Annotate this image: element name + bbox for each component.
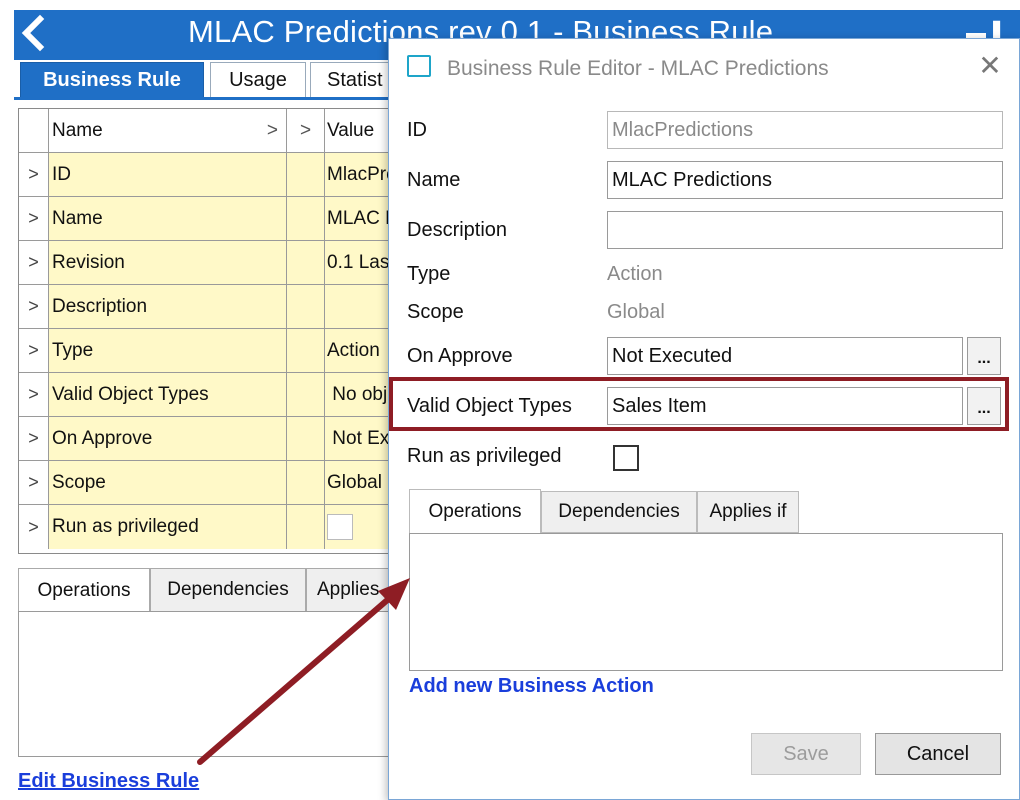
expand-chevron-icon[interactable]: > bbox=[19, 285, 49, 328]
expand-chevron-icon[interactable]: > bbox=[19, 417, 49, 460]
tab-applies[interactable]: Applies bbox=[306, 568, 390, 612]
expand-chevron-icon[interactable]: > bbox=[287, 109, 325, 152]
grid-row-run-as-privileged[interactable]: > Run as privileged bbox=[19, 505, 389, 549]
back-chevron-icon[interactable] bbox=[18, 14, 48, 52]
valid-object-types-label: Valid Object Types bbox=[407, 395, 572, 417]
expand-chevron-icon[interactable]: > bbox=[19, 153, 49, 196]
scope-label: Scope bbox=[407, 301, 464, 323]
expand-chevron-icon[interactable]: > bbox=[19, 197, 49, 240]
expand-chevron-icon[interactable]: > bbox=[19, 241, 49, 284]
description-field[interactable] bbox=[607, 211, 1003, 249]
expand-chevron-icon[interactable]: > bbox=[19, 461, 49, 504]
properties-grid: Name > > Value > ID MlacPred > Name MLAC… bbox=[18, 108, 390, 554]
add-business-action-link[interactable]: Add new Business Action bbox=[409, 675, 654, 698]
grid-row-name[interactable]: > Name MLAC Pr bbox=[19, 197, 389, 241]
expand-chevron-icon[interactable]: > bbox=[19, 505, 49, 549]
operations-panel bbox=[409, 533, 1003, 671]
description-label: Description bbox=[407, 219, 508, 241]
grid-row-scope[interactable]: > Scope Global bbox=[19, 461, 389, 505]
expand-chevron-icon[interactable]: > bbox=[267, 120, 278, 142]
grid-row-revision[interactable]: > Revision 0.1 Last bbox=[19, 241, 389, 285]
close-icon[interactable]: ✕ bbox=[975, 51, 1005, 81]
run-as-privileged-label: Run as privileged bbox=[407, 445, 562, 467]
grid-header-row: Name > > Value bbox=[19, 109, 389, 153]
grid-row-type[interactable]: > Type Action bbox=[19, 329, 389, 373]
dialog-title: Business Rule Editor - MLAC Predictions bbox=[447, 57, 829, 80]
grid-row-valid-object-types[interactable]: > Valid Object Types No obje bbox=[19, 373, 389, 417]
cancel-button[interactable]: Cancel bbox=[875, 733, 1001, 775]
expand-chevron-icon[interactable]: > bbox=[19, 373, 49, 416]
column-header-name[interactable]: Name > bbox=[49, 109, 287, 152]
grid-row-id[interactable]: > ID MlacPred bbox=[19, 153, 389, 197]
run-as-privileged-checkbox[interactable] bbox=[613, 445, 639, 471]
tab-underline bbox=[14, 97, 394, 100]
business-rule-editor-dialog: Business Rule Editor - MLAC Predictions … bbox=[388, 38, 1020, 800]
name-field[interactable]: MLAC Predictions bbox=[607, 161, 1003, 199]
window-icon bbox=[407, 55, 431, 77]
tab-business-rule[interactable]: Business Rule bbox=[20, 62, 204, 98]
on-approve-field[interactable]: Not Executed bbox=[607, 337, 963, 375]
tab-statistics[interactable]: Statist bbox=[310, 62, 400, 98]
tab-dependencies[interactable]: Dependencies bbox=[150, 568, 306, 612]
scope-value: Global bbox=[607, 301, 665, 323]
on-approve-browse-button[interactable]: ... bbox=[967, 337, 1001, 375]
tab-operations[interactable]: Operations bbox=[409, 489, 541, 533]
save-button[interactable]: Save bbox=[751, 733, 861, 775]
id-label: ID bbox=[407, 119, 427, 141]
expand-chevron-icon[interactable]: > bbox=[19, 329, 49, 372]
grid-row-on-approve[interactable]: > On Approve Not Exe bbox=[19, 417, 389, 461]
valid-object-types-browse-button[interactable]: ... bbox=[967, 387, 1001, 425]
name-label: Name bbox=[407, 169, 461, 191]
on-approve-label: On Approve bbox=[407, 345, 513, 367]
column-header-value[interactable]: Value bbox=[325, 109, 389, 152]
edit-business-rule-link[interactable]: Edit Business Rule bbox=[18, 770, 199, 793]
operations-panel bbox=[18, 611, 390, 757]
run-as-privileged-checkbox[interactable] bbox=[327, 514, 353, 540]
grid-row-description[interactable]: > Description bbox=[19, 285, 389, 329]
valid-object-types-field[interactable]: Sales Item bbox=[607, 387, 963, 425]
id-field[interactable]: MlacPredictions bbox=[607, 111, 1003, 149]
tab-applies-if[interactable]: Applies if bbox=[697, 491, 799, 533]
type-value: Action bbox=[607, 263, 663, 285]
tab-usage[interactable]: Usage bbox=[210, 62, 306, 98]
tab-operations[interactable]: Operations bbox=[18, 568, 150, 612]
type-label: Type bbox=[407, 263, 451, 285]
tab-dependencies[interactable]: Dependencies bbox=[541, 491, 697, 533]
